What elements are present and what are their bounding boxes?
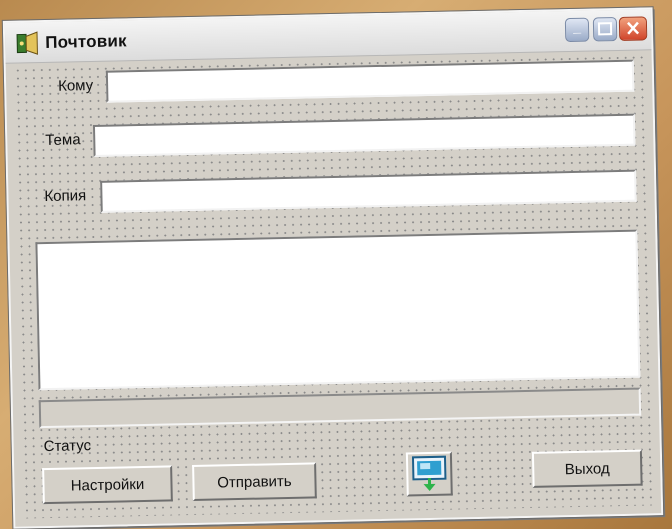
progress-fill (40, 402, 42, 427)
maximize-icon (597, 22, 613, 36)
maximize-button[interactable] (592, 17, 618, 42)
subject-label: Тема (45, 131, 81, 149)
mail-app-icon (16, 31, 38, 55)
computer-download-icon (411, 455, 447, 492)
to-label: Кому (57, 76, 94, 95)
exit-button[interactable]: Выход (531, 449, 643, 488)
receive-button[interactable] (405, 451, 453, 497)
progress-bar (38, 387, 642, 429)
send-button[interactable]: Отправить (192, 462, 317, 501)
close-icon (627, 21, 640, 35)
close-button[interactable] (618, 16, 648, 41)
to-field[interactable] (105, 59, 635, 103)
minimize-icon: _ (572, 18, 582, 35)
window-title: Почтовик (45, 31, 127, 52)
copy-label: Копия (44, 187, 87, 206)
status-label: Статус (43, 437, 92, 456)
minimize-button[interactable]: _ (564, 17, 590, 43)
settings-button[interactable]: Настройки (42, 465, 173, 505)
subject-field[interactable] (92, 113, 636, 157)
mail-window: Почтовик _ Кому Тема Копия Статус Настро… (1, 6, 665, 529)
form-area: Кому Тема Копия Статус Настройки Отправи… (13, 53, 654, 519)
copy-field[interactable] (100, 169, 637, 213)
message-body-field[interactable] (35, 229, 641, 391)
